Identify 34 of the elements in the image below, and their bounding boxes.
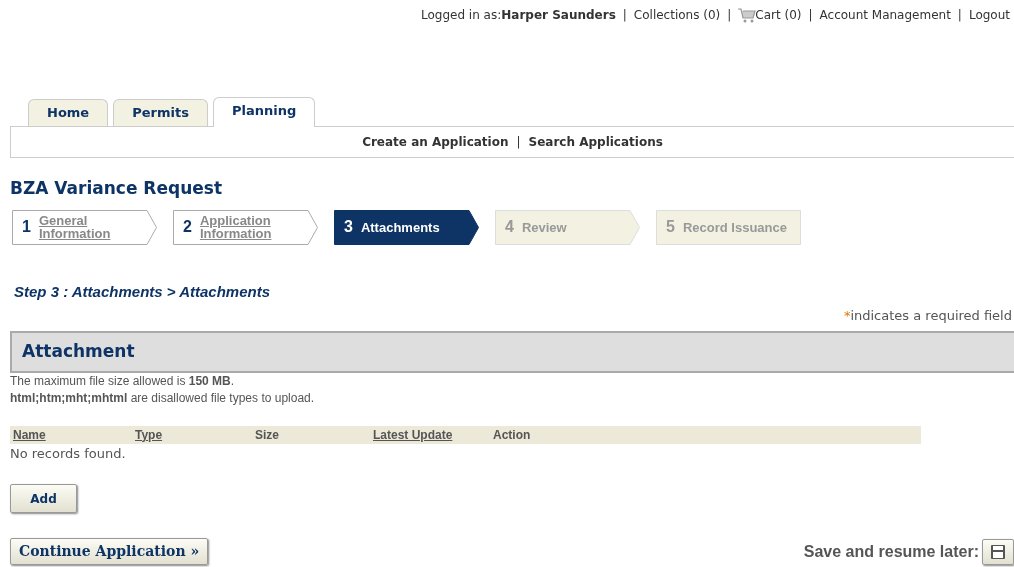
column-header: Action: [492, 427, 531, 442]
header-link[interactable]: Cart (0): [755, 6, 802, 24]
header-link[interactable]: Account Management: [819, 6, 951, 24]
separator: |: [957, 7, 962, 24]
save-label: Save and resume later:: [803, 541, 979, 562]
separator: |: [727, 7, 732, 24]
step-heading: Step 3 : Attachments > Attachments: [14, 281, 272, 302]
header-link[interactable]: Collections (0): [633, 6, 721, 24]
required-mark: *: [843, 308, 851, 323]
save-button[interactable]: [982, 538, 1014, 565]
continue-button[interactable]: Continue Application »: [10, 538, 209, 565]
nav-tab[interactable]: Planning: [212, 97, 316, 127]
column-header: Size: [254, 427, 279, 442]
separator: |: [622, 7, 627, 24]
add-button[interactable]: Add: [10, 484, 77, 513]
separator: |: [516, 134, 521, 151]
empty-message: No records found.: [10, 444, 127, 463]
wizard-step[interactable]: 3 Attachments: [334, 209, 479, 245]
header-link[interactable]: Logout: [968, 6, 1010, 24]
required-note: indicates a required field: [850, 308, 1012, 323]
subnav-link[interactable]: Search Applications: [528, 133, 663, 151]
sort-link[interactable]: Name: [10, 427, 46, 442]
sort-link[interactable]: Latest Update: [370, 427, 453, 442]
page-title: BZA Variance Request: [10, 177, 224, 200]
sort-link[interactable]: Type: [132, 427, 163, 442]
section-header: Attachment: [10, 330, 1014, 373]
login-text: Logged in as:Harper Saunders: [421, 7, 616, 24]
cart-icon[interactable]: [738, 7, 757, 23]
subnav-link[interactable]: Create an Application: [362, 133, 509, 151]
nav-tab[interactable]: Home: [28, 99, 109, 126]
info-text: html;htm;mht;mhtml are disallowed file types to upload.: [10, 389, 316, 407]
nav-tab[interactable]: Permits: [113, 99, 208, 126]
separator: |: [808, 7, 813, 24]
info-text: The maximum file size allowed is 150 MB.: [10, 372, 236, 390]
